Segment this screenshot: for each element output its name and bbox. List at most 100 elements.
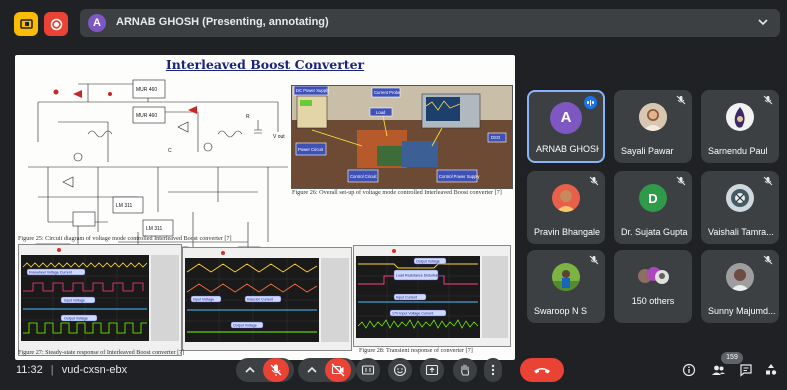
photo-label-dc-supply: DC Power Supply <box>296 88 330 93</box>
participant-tile[interactable]: Sarnendu Paul <box>701 90 779 163</box>
people-icon <box>711 365 725 375</box>
scope1-label-0: Freewheel Voltage Current <box>29 271 72 275</box>
avatar: D <box>639 184 667 212</box>
participant-name: Swaroop N S <box>534 306 588 316</box>
svg-text:LM 311: LM 311 <box>146 226 163 232</box>
profile-photo-icon <box>726 263 754 291</box>
scope2-label-1: Inductor Current <box>247 298 273 302</box>
svg-text:LM 311: LM 311 <box>116 203 133 209</box>
mic-control-group <box>236 358 294 382</box>
mic-off-icon <box>270 364 282 376</box>
scope2-label-2: Output Voltage <box>233 324 257 328</box>
shared-slide: Interleaved Boost Converter MUR 460 MUR … <box>15 55 515 360</box>
svg-text:MUR 460: MUR 460 <box>136 113 157 119</box>
avatar <box>726 103 754 131</box>
info-icon <box>682 363 696 377</box>
participant-name: Pravin Bhangale <box>534 227 601 237</box>
raise-hand-button[interactable] <box>453 358 477 382</box>
avatar: A <box>550 101 582 134</box>
profile-photo-icon <box>552 263 580 291</box>
scope3-label-0: Output Voltage <box>416 260 440 264</box>
scope2-label-0: Input Voltage <box>193 298 214 302</box>
meeting-info-text: 11:32 | vud-cxsn-ebx <box>16 364 127 376</box>
photo-label-control-power-supply: Control Power Supply <box>439 174 480 179</box>
participant-name: Sunny Majumd... <box>708 306 775 316</box>
captions-button[interactable] <box>356 358 380 382</box>
participant-tile[interactable]: D Dr. Sujata Gupta <box>614 171 692 244</box>
photo-label-power-circuit: Power Circuit <box>298 147 324 152</box>
presenter-avatar: A <box>88 14 106 32</box>
oscilloscope-waveforms: Input Voltage Inductor Current Output Vo… <box>182 247 352 351</box>
activities-button[interactable] <box>762 361 780 379</box>
svg-text:C: C <box>168 148 172 154</box>
participant-tile[interactable]: A ARNAB GHOSH <box>527 90 605 163</box>
avatar <box>552 184 580 212</box>
others-count-label: 150 others <box>631 296 675 306</box>
mic-off-icon <box>589 176 599 186</box>
photo-label-control-circuit: Control Circuit <box>350 174 377 179</box>
present-icon <box>425 364 439 376</box>
expand-up-icon[interactable] <box>241 361 259 379</box>
presenter-banner[interactable]: A ARNAB GHOSH (Presenting, annotating) <box>80 9 780 37</box>
photo-label-current-probe: Current Probe <box>374 90 401 95</box>
leave-call-icon <box>534 368 550 374</box>
avatar <box>726 184 754 212</box>
emoji-icon <box>393 363 407 377</box>
profile-photo-icon <box>726 103 754 131</box>
svg-text:R: R <box>246 114 250 120</box>
profile-photo-icon <box>726 184 754 212</box>
separator: | <box>50 364 54 376</box>
svg-text:V out: V out <box>273 134 285 140</box>
chat-button[interactable] <box>737 361 755 379</box>
participant-name: ARNAB GHOSH <box>536 144 599 154</box>
oscilloscope-steady-state: Freewheel Voltage Current Input Voltage … <box>18 244 182 356</box>
mic-toggle-button[interactable] <box>263 358 289 382</box>
hardware-setup-photo: DC Power Supply Current Probe Load Power… <box>291 85 513 189</box>
participant-tile[interactable]: Sayali Pawar <box>614 90 692 163</box>
scope1-label-2: Output Voltage <box>64 317 88 321</box>
emoji-button[interactable] <box>388 358 412 382</box>
avatar <box>639 103 667 131</box>
mic-off-icon <box>763 255 773 265</box>
profile-photo-icon <box>639 103 667 131</box>
captions-icon <box>361 365 375 375</box>
people-button[interactable] <box>709 361 727 379</box>
participant-name: Sayali Pawar <box>621 146 674 156</box>
bottom-control-bar: 11:32 | vud-cxsn-ebx 159 <box>0 350 787 390</box>
recording-button[interactable] <box>44 12 68 36</box>
record-icon <box>50 18 62 30</box>
svg-text:MUR 460: MUR 460 <box>136 87 157 93</box>
leave-call-button[interactable] <box>520 358 564 382</box>
others-tile[interactable]: 150 others <box>614 250 692 323</box>
raise-hand-icon <box>461 364 469 376</box>
photo-label-dso: DSO <box>491 135 501 140</box>
mic-off-icon <box>763 95 773 105</box>
mic-off-icon <box>676 176 686 186</box>
meeting-details-button[interactable] <box>680 361 698 379</box>
camera-toggle-button[interactable] <box>325 358 351 382</box>
mic-off-icon <box>589 255 599 265</box>
activities-icon <box>766 364 777 375</box>
scope3-label-2: Input Current <box>396 296 417 300</box>
participant-name: Vaishali Tamra... <box>708 227 774 237</box>
meeting-code: vud-cxsn-ebx <box>61 364 128 376</box>
participant-tile[interactable]: Sunny Majumd... <box>701 250 779 323</box>
more-options-button[interactable] <box>484 358 502 382</box>
chevron-down-icon[interactable] <box>756 15 770 29</box>
scope3-label-3: 17V Input Voltage Current <box>392 312 433 316</box>
participant-tile[interactable]: Swaroop N S <box>527 250 605 323</box>
expand-up-icon[interactable] <box>303 361 321 379</box>
chat-icon <box>740 364 752 377</box>
others-avatars <box>636 266 670 286</box>
participant-name: Dr. Sujata Gupta <box>621 227 688 237</box>
presenter-text: ARNAB GHOSH (Presenting, annotating) <box>116 16 329 28</box>
participant-tile[interactable]: Vaishali Tamra... <box>701 171 779 244</box>
presentation-toggle-button[interactable] <box>14 12 38 36</box>
participant-tile[interactable]: Pravin Bhangale <box>527 171 605 244</box>
figure-26-caption: Figure 26: Overall set-up of voltage mod… <box>292 189 502 196</box>
group-avatars-icon <box>638 267 669 285</box>
mic-off-icon <box>763 176 773 186</box>
scope1-label-1: Input Voltage <box>64 299 85 303</box>
participant-name: Sarnendu Paul <box>708 146 768 156</box>
present-now-button[interactable] <box>420 358 444 382</box>
